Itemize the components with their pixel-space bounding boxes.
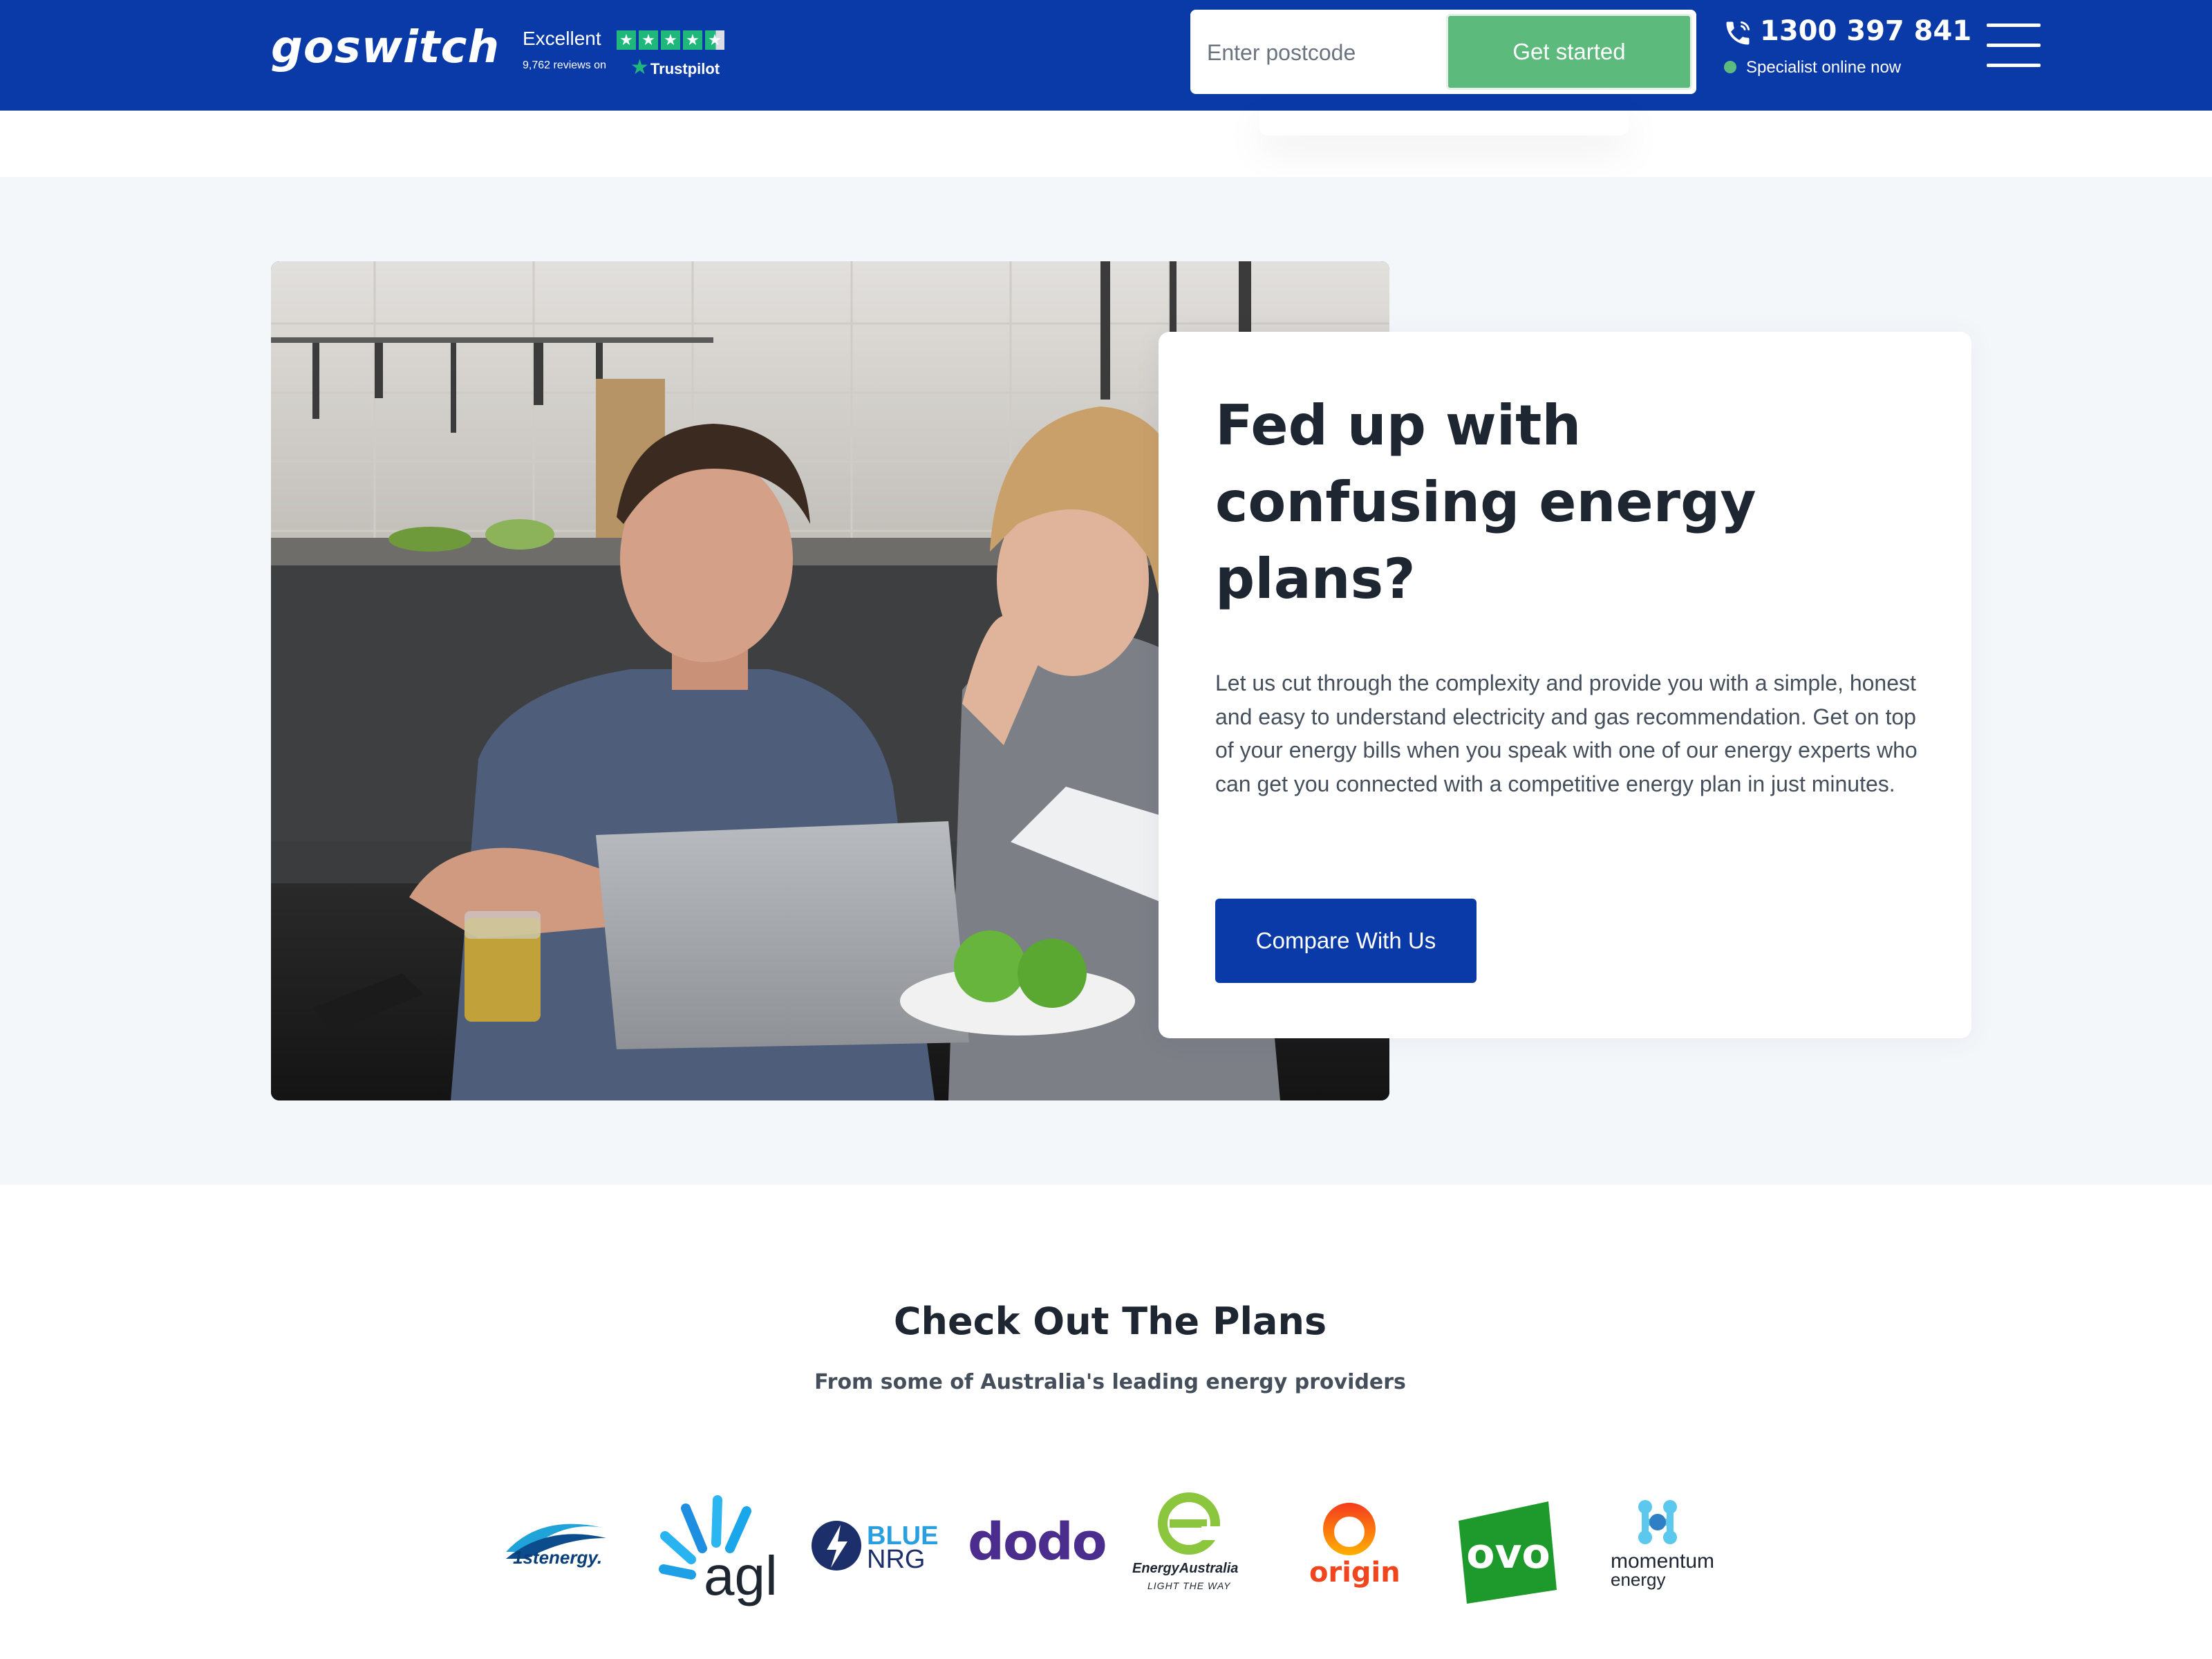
provider-logo-dodo[interactable]: dodo xyxy=(968,1486,1107,1611)
provider-logo-agl[interactable]: agl xyxy=(650,1486,778,1611)
hero-title: Fed up with confusing energy plans? xyxy=(1215,393,1756,611)
hero-description: Let us cut through the complexity and pr… xyxy=(1215,671,1918,796)
momentum-molecule-icon xyxy=(1638,1500,1677,1544)
origin-sun-icon xyxy=(1323,1503,1376,1555)
plans-title: Check Out The Plans xyxy=(893,1300,1327,1343)
blue-nrg-wordmark-bottom: NRG xyxy=(867,1545,926,1574)
half-star-icon: ★ xyxy=(705,30,724,50)
get-started-button[interactable]: Get started xyxy=(1446,14,1692,90)
goswitch-logo[interactable]: goswitch xyxy=(271,22,500,73)
dodo-wordmark: dodo xyxy=(968,1512,1107,1572)
hero-card: Fed up with confusing energy plans? Let … xyxy=(1159,332,1971,1038)
menu-bar xyxy=(1987,64,2041,67)
provider-logo-blue-nrg[interactable]: BLUE NRG xyxy=(809,1486,938,1611)
online-status-dot-icon xyxy=(1724,61,1736,73)
menu-bar xyxy=(1987,24,2041,27)
provider-logo-1st-energy[interactable]: 1stenergy. xyxy=(499,1486,610,1611)
provider-logo-momentum[interactable]: momentum energy xyxy=(1608,1486,1732,1611)
star-icon: ★ xyxy=(683,30,702,50)
postcode-dropdown-edge xyxy=(1259,111,1629,135)
trustpilot-stars: ★ ★ ★ ★ ★ xyxy=(617,30,724,50)
ovo-wordmark: ovo xyxy=(1466,1530,1550,1578)
plans-subtitle: From some of Australia's leading energy … xyxy=(814,1370,1406,1394)
blue-nrg-bolt-icon xyxy=(812,1521,861,1571)
postcode-form: Get started xyxy=(1190,10,1696,94)
star-icon: ★ xyxy=(617,30,636,50)
ovo-badge-icon: ovo xyxy=(1459,1501,1557,1604)
site-header: goswitch Excellent ★ ★ ★ ★ ★ 9,762 revie… xyxy=(0,0,2212,111)
agl-wordmark: agl xyxy=(704,1545,778,1606)
trustpilot-widget[interactable]: Excellent ★ ★ ★ ★ ★ 9,762 reviews on ★Tr… xyxy=(523,28,730,83)
online-status-label: Specialist online now xyxy=(1746,58,1902,77)
menu-icon[interactable] xyxy=(1987,24,2041,69)
momentum-wordmark-sub: energy xyxy=(1611,1569,1666,1590)
origin-wordmark: origin xyxy=(1309,1557,1400,1588)
menu-bar xyxy=(1987,44,2041,47)
1st-energy-wordmark: 1stenergy. xyxy=(513,1547,603,1568)
provider-logo-origin[interactable]: origin xyxy=(1300,1486,1403,1611)
phone-icon xyxy=(1726,21,1750,45)
hero-section: Fed up with confusing energy plans? Let … xyxy=(0,177,2212,1185)
trustpilot-brand: ★Trustpilot xyxy=(630,55,720,79)
trustpilot-star-icon: ★ xyxy=(630,56,649,79)
provider-logo-energy-australia[interactable]: EnergyAustralia LIGHT THE WAY xyxy=(1127,1486,1251,1611)
star-icon: ★ xyxy=(639,30,658,50)
postcode-input[interactable] xyxy=(1207,24,1456,82)
provider-logo-ovo[interactable]: ovo xyxy=(1452,1486,1562,1611)
trustpilot-rating-word: Excellent xyxy=(523,28,601,49)
phone-number[interactable]: 1300 397 841 xyxy=(1760,15,1971,47)
energy-australia-e-icon xyxy=(1158,1492,1222,1555)
trustpilot-review-count: 9,762 reviews on xyxy=(523,59,606,71)
energy-australia-tagline: LIGHT THE WAY xyxy=(1147,1580,1231,1591)
trustpilot-brand-label: Trustpilot xyxy=(650,60,720,77)
energy-australia-wordmark: EnergyAustralia xyxy=(1132,1561,1239,1576)
star-icon: ★ xyxy=(661,30,680,50)
compare-with-us-button[interactable]: Compare With Us xyxy=(1215,899,1477,983)
specialist-online-status: Specialist online now xyxy=(1724,58,1902,77)
